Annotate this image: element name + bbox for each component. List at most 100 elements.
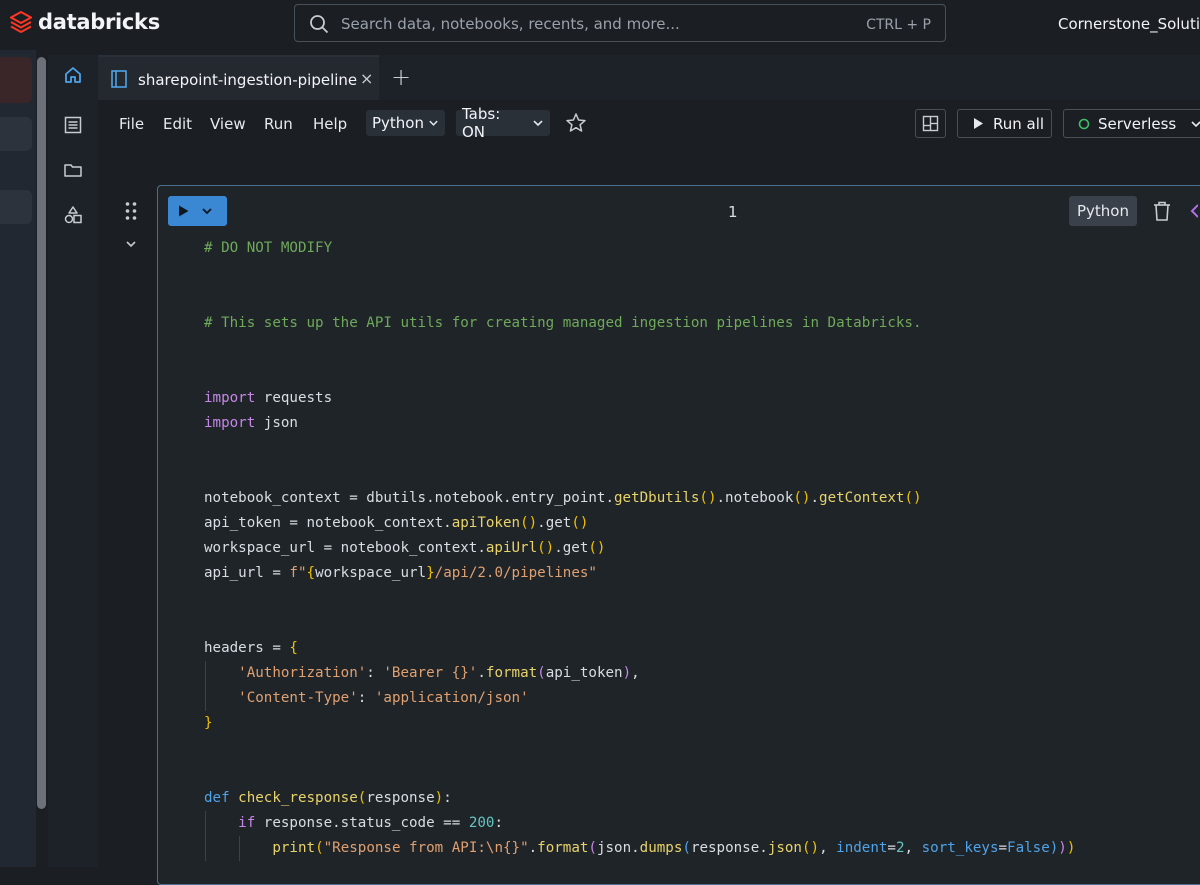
code-token: ()	[571, 515, 589, 531]
collapse-cell-chevron-icon[interactable]	[125, 238, 137, 250]
code-token: apiUrl	[485, 540, 538, 556]
table-of-contents-button[interactable]	[55, 107, 91, 143]
code-token: .	[528, 840, 538, 856]
code-token: ,	[631, 665, 640, 681]
chevron-down-icon[interactable]	[201, 205, 213, 217]
code-token: (	[537, 665, 546, 681]
menu-help[interactable]: Help	[313, 115, 347, 133]
code-token: ()	[904, 490, 922, 506]
menu-file[interactable]: File	[119, 115, 144, 133]
code-token: =	[887, 840, 896, 856]
tabs-toggle-dropdown[interactable]: Tabs: ON	[456, 105, 550, 141]
code-token: sort_keys	[921, 840, 999, 856]
code-token: ()	[801, 840, 820, 856]
code-token: response	[366, 790, 435, 806]
code-token: (	[588, 840, 597, 856]
code-token: notebook_context = dbutils.notebook.entr…	[204, 490, 614, 506]
code-token: format	[537, 840, 589, 856]
code-line: import requests	[204, 386, 1075, 411]
tab-sharepoint-ingestion-pipeline[interactable]: sharepoint-ingestion-pipeline ×	[98, 55, 379, 100]
code-token: print	[272, 840, 316, 856]
databricks-logo-icon	[10, 10, 32, 34]
search-shortcut: CTRL + P	[866, 17, 931, 33]
code-token: import	[204, 390, 256, 406]
trash-icon[interactable]	[1152, 200, 1172, 222]
code-token: response.status_code ==	[255, 815, 469, 831]
layout-toggle-button[interactable]	[915, 109, 946, 138]
tab-close-button[interactable]: ×	[360, 69, 373, 88]
workspace-files-button[interactable]	[55, 152, 91, 188]
notebook-icon-rail	[48, 55, 98, 867]
code-token: .notebook	[716, 490, 794, 506]
menu-run[interactable]: Run	[264, 115, 293, 133]
new-tab-button[interactable]: +	[391, 63, 411, 91]
drag-handle-icon[interactable]	[124, 201, 138, 221]
code-token: # This sets up the API utils for creatin…	[204, 315, 922, 331]
chevron-down-icon	[533, 120, 543, 127]
left-panel-item[interactable]	[0, 117, 32, 151]
code-token: json.	[596, 840, 640, 856]
code-token: 'Content-Type'	[238, 690, 358, 706]
assistant-icon[interactable]	[1190, 204, 1198, 218]
left-panel-scrollbar[interactable]	[37, 57, 46, 809]
code-token: :	[366, 665, 384, 681]
code-token: api_token	[545, 665, 623, 681]
menu-edit[interactable]: Edit	[163, 115, 192, 133]
run-cell-button[interactable]	[168, 196, 227, 226]
code-line: # DO NOT MODIFY	[204, 236, 1075, 261]
code-token: ,	[819, 840, 837, 856]
code-token: .	[477, 665, 486, 681]
databricks-logo[interactable]: databricks	[10, 10, 160, 34]
home-button[interactable]	[55, 57, 91, 93]
code-cell[interactable]: 1 Python # DO NOT MODIFY # This sets up …	[157, 185, 1200, 885]
code-token: # DO NOT MODIFY	[204, 240, 333, 256]
code-token: }	[204, 715, 213, 731]
code-token: f"	[289, 565, 307, 581]
code-token: import	[204, 415, 256, 431]
code-token: )	[622, 665, 632, 681]
workspace-switcher[interactable]: Cornerstone_Solutio	[1058, 15, 1200, 33]
code-token: ()	[793, 490, 811, 506]
cell-language-button[interactable]: Python	[1069, 196, 1137, 226]
compute-selector[interactable]: Serverless	[1063, 109, 1200, 138]
code-token: (	[682, 840, 691, 856]
code-token: workspace_url = notebook_context.	[204, 540, 486, 556]
star-icon[interactable]	[565, 112, 587, 134]
menu-view[interactable]: View	[210, 115, 246, 133]
code-line: # This sets up the API utils for creatin…	[204, 311, 1075, 336]
code-token: :	[494, 815, 503, 831]
run-all-label: Run all	[993, 114, 1045, 133]
left-panel	[0, 50, 36, 867]
tabs-toggle-label: Tabs: ON	[462, 105, 501, 141]
code-token: response.	[690, 840, 768, 856]
code-line: 'Content-Type': 'application/json'	[204, 686, 1075, 711]
code-token: .get	[537, 515, 572, 531]
run-all-button[interactable]: Run all	[957, 109, 1052, 138]
left-panel-item[interactable]	[0, 190, 32, 224]
layout-icon	[922, 115, 939, 132]
tab-label: sharepoint-ingestion-pipeline	[138, 71, 358, 89]
code-token: }	[426, 565, 435, 581]
code-token: .	[810, 490, 820, 506]
language-dropdown[interactable]: Python	[366, 110, 445, 136]
indent-guide	[239, 836, 241, 861]
search-input[interactable]: Search data, notebooks, recents, and mor…	[294, 4, 946, 42]
code-editor[interactable]: # DO NOT MODIFY # This sets up the API u…	[204, 236, 1075, 861]
left-panel-item-active[interactable]	[0, 57, 32, 103]
catalog-button[interactable]	[55, 197, 91, 233]
notebook-tab-bar: sharepoint-ingestion-pipeline × +	[98, 55, 1200, 100]
chevron-down-icon	[429, 120, 438, 126]
search-icon	[310, 15, 329, 34]
code-token: apiToken	[451, 515, 521, 531]
code-token: indent	[836, 840, 888, 856]
